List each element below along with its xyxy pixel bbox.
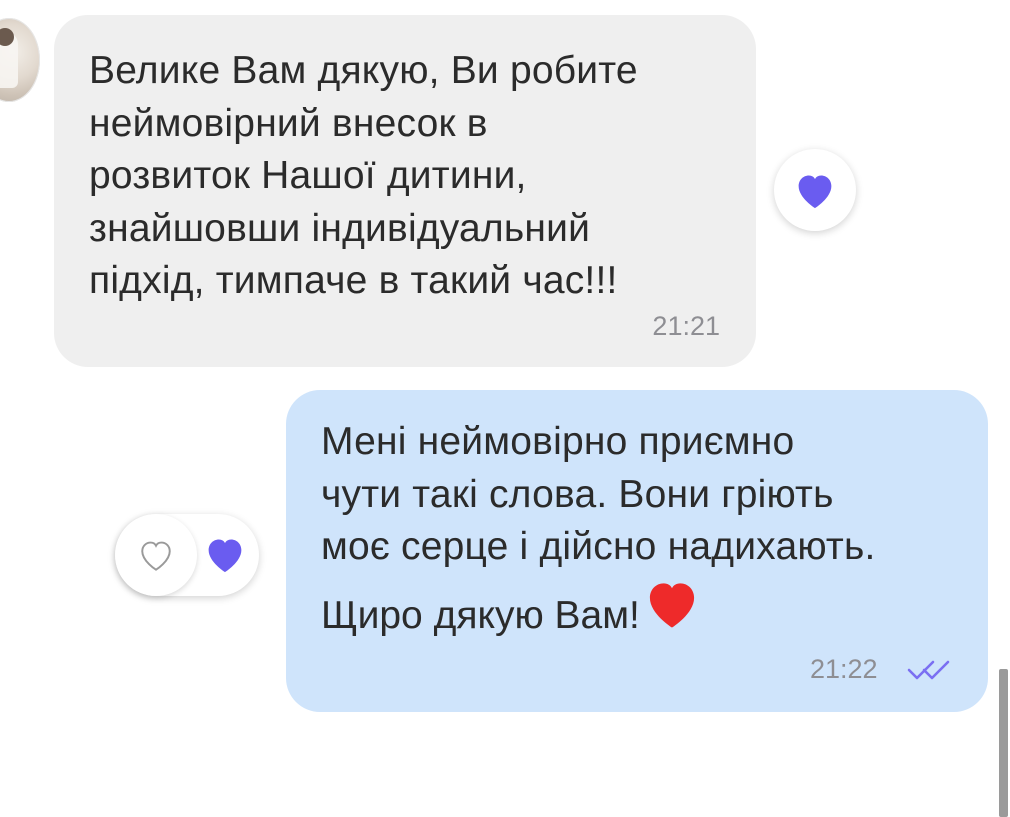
scrollbar[interactable] (999, 669, 1008, 817)
double-check-icon (907, 660, 950, 680)
incoming-message-time: 21:21 (652, 311, 720, 341)
existing-reaction[interactable] (203, 534, 247, 579)
outgoing-message-text-line2: Щиро дякую Вам! (321, 582, 702, 650)
incoming-reaction-button[interactable] (774, 149, 856, 231)
outgoing-reactions (115, 514, 259, 596)
heart-icon (798, 175, 832, 209)
incoming-message-text: Велике Вам дякую, Ви робите неймовірний … (89, 49, 638, 302)
outgoing-message-bubble[interactable]: Мені неймовірно приємно чути такі слова.… (286, 390, 988, 712)
heart-icon (208, 539, 242, 573)
add-reaction-button[interactable] (115, 514, 197, 596)
contact-avatar[interactable] (0, 18, 40, 102)
red-heart-emoji (642, 576, 702, 644)
heart-outline-icon (141, 541, 171, 571)
incoming-message-bubble[interactable]: Велике Вам дякую, Ви робите неймовірний … (54, 15, 756, 367)
outgoing-message-text: Мені неймовірно приємно чути такі слова.… (321, 420, 876, 568)
outgoing-thanks-text: Щиро дякую Вам! (321, 594, 640, 637)
outgoing-message-time: 21:22 (810, 654, 878, 684)
